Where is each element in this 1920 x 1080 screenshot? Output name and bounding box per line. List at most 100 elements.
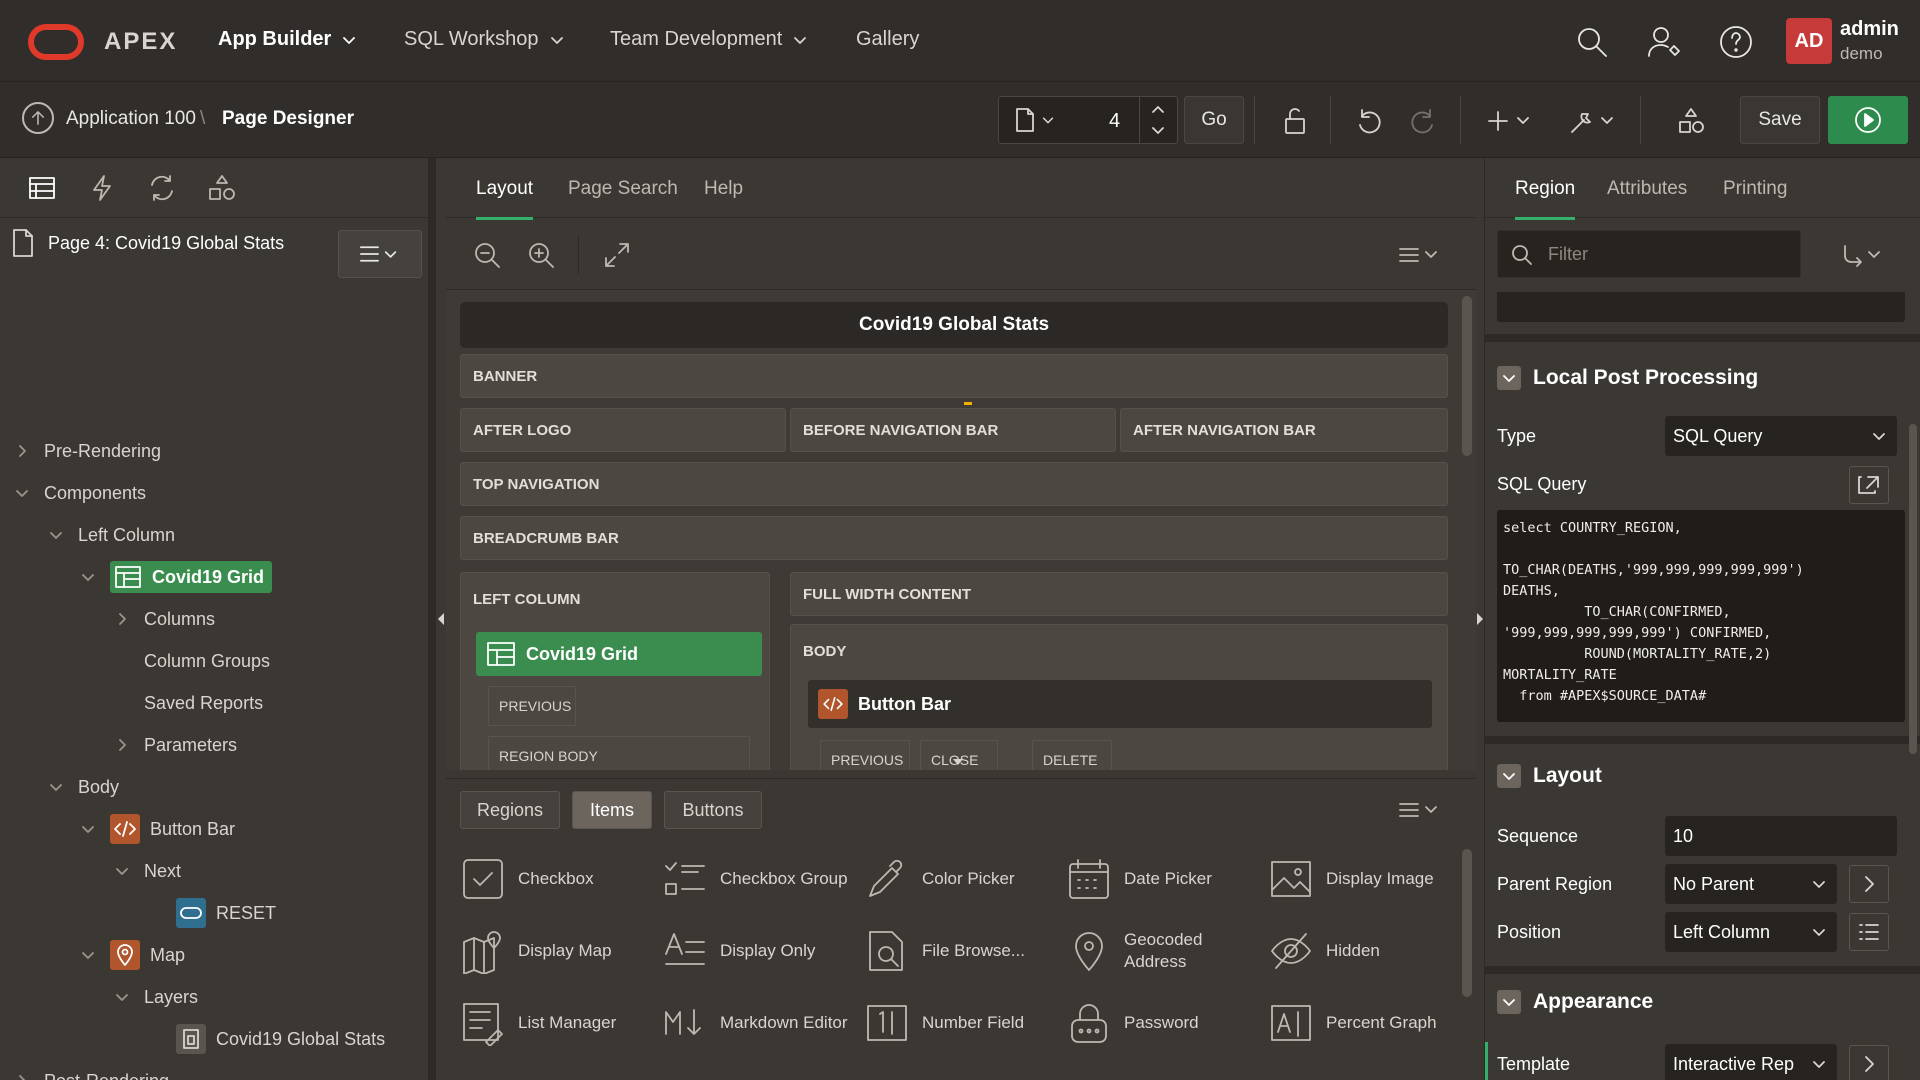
gallery-item-display-map[interactable]: Display Map	[460, 921, 660, 981]
save-button[interactable]: Save	[1740, 96, 1820, 144]
tree-item-column-groups[interactable]: Column Groups	[114, 642, 270, 680]
processing-tab-icon[interactable]	[146, 172, 178, 204]
gallery-tab-regions[interactable]: Regions	[460, 791, 560, 829]
tab-layout[interactable]: Layout	[476, 178, 534, 220]
gallery-item-markdown-editor[interactable]: Markdown Editor	[662, 993, 862, 1053]
tree-item-saved-reports[interactable]: Saved Reports	[114, 684, 263, 722]
increment-icon[interactable]	[1151, 103, 1165, 115]
chevron-down-icon[interactable]	[114, 989, 130, 1005]
slot-after-navigation-bar[interactable]: AFTER NAVIGATION BAR	[1120, 408, 1448, 452]
tree-page-root[interactable]: Page 4: Covid19 Global Stats	[10, 228, 284, 258]
gallery-scrollbar[interactable]	[1462, 849, 1472, 997]
sequence-input[interactable]: 10	[1665, 816, 1897, 856]
chevron-down-icon[interactable]	[80, 947, 96, 963]
open-code-editor-button[interactable]	[1849, 466, 1889, 504]
section-local-post-processing[interactable]: Local Post Processing	[1497, 366, 1758, 390]
gallery-item-checkbox-group[interactable]: Checkbox Group	[662, 849, 862, 909]
nav-team-development[interactable]: Team Development	[610, 28, 808, 51]
create-menu-icon[interactable]	[1488, 106, 1534, 136]
slot-before-navigation-bar[interactable]: BEFORE NAVIGATION BAR	[790, 408, 1116, 452]
gallery-item-date-picker[interactable]: Date Picker	[1066, 849, 1266, 909]
collapse-checkbox[interactable]	[1497, 366, 1521, 390]
tree-item-parameters[interactable]: Parameters	[114, 726, 237, 764]
tree-item-covid19-grid[interactable]: Covid19 Grid	[80, 558, 273, 596]
run-page-button[interactable]	[1828, 96, 1908, 144]
collapse-left-icon[interactable]	[437, 612, 445, 626]
type-select[interactable]: SQL Query	[1665, 416, 1897, 456]
arrow-up-icon[interactable]	[22, 102, 54, 134]
gallery-item-color-picker[interactable]: Color Picker	[864, 849, 1064, 909]
search-icon[interactable]	[1574, 24, 1610, 60]
property-scrollbar[interactable]	[1909, 424, 1917, 754]
chevron-down-icon[interactable]	[14, 485, 30, 501]
gallery-item-geocoded-address[interactable]: Geocoded Address	[1066, 921, 1266, 981]
gallery-item-checkbox[interactable]: Checkbox	[460, 849, 660, 909]
nav-gallery[interactable]: Gallery	[856, 28, 919, 51]
collapse-right-icon[interactable]	[1476, 612, 1484, 626]
decrement-icon[interactable]	[1151, 125, 1165, 137]
template-select[interactable]: Interactive Rep	[1665, 1044, 1837, 1080]
shared-components-tab-icon[interactable]	[206, 172, 238, 204]
gallery-item-percent-graph[interactable]: Percent Graph	[1268, 993, 1468, 1053]
gallery-tab-items[interactable]: Items	[572, 791, 652, 829]
tree-item-body[interactable]: Body	[48, 768, 119, 806]
tab-printing[interactable]: Printing	[1723, 178, 1787, 200]
canvas-scrollbar[interactable]	[1462, 296, 1472, 456]
help-icon[interactable]	[1718, 24, 1754, 60]
tree-item-map[interactable]: Map	[80, 936, 185, 974]
tree-item-button-bar[interactable]: Button Bar	[80, 810, 235, 848]
tree-item-reset[interactable]: RESET	[176, 894, 276, 932]
tree-item-map-layer[interactable]: Covid19 Global Stats	[176, 1020, 385, 1058]
tree-item-left-column[interactable]: Left Column	[48, 516, 175, 554]
chevron-right-icon[interactable]	[14, 1073, 30, 1080]
position-select[interactable]: Left Column	[1665, 912, 1837, 952]
section-appearance[interactable]: Appearance	[1497, 990, 1653, 1014]
parent-region-select[interactable]: No Parent	[1665, 864, 1837, 904]
dynamic-actions-tab-icon[interactable]	[86, 172, 118, 204]
sql-query-editor[interactable]: select COUNTRY_REGION, TO_CHAR(DEATHS,'9…	[1497, 510, 1905, 722]
tree-item-components[interactable]: Components	[14, 474, 146, 512]
tree-item-post-rendering[interactable]: Post-Rendering	[14, 1062, 169, 1080]
tab-region[interactable]: Region	[1515, 178, 1576, 220]
tab-attributes[interactable]: Attributes	[1607, 178, 1687, 200]
tree-menu-button[interactable]	[338, 230, 422, 278]
property-filter-input[interactable]: Filter	[1497, 230, 1801, 278]
nav-app-builder[interactable]: App Builder	[218, 28, 357, 51]
gallery-menu-icon[interactable]	[1396, 797, 1442, 823]
chevron-down-icon[interactable]	[48, 527, 64, 543]
rendering-tab-icon[interactable]	[26, 172, 58, 204]
page-selector[interactable]: 4	[998, 96, 1178, 144]
slot-bb-previous[interactable]: PREVIOUS	[820, 740, 910, 770]
breadcrumb-application[interactable]: Application 100	[66, 108, 196, 130]
parent-region-go-button[interactable]	[1849, 865, 1889, 903]
gallery-item-password[interactable]: Password	[1066, 993, 1266, 1053]
zoom-in-icon[interactable]	[526, 240, 556, 270]
previous-textarea[interactable]	[1497, 292, 1905, 322]
collapse-checkbox[interactable]	[1497, 990, 1521, 1014]
slot-top-navigation[interactable]: TOP NAVIGATION	[460, 462, 1448, 506]
page-number-input[interactable]: 4	[1109, 110, 1120, 133]
undo-icon[interactable]	[1354, 106, 1384, 136]
slot-breadcrumb-bar[interactable]: BREADCRUMB BAR	[460, 516, 1448, 560]
tab-help[interactable]: Help	[704, 178, 743, 200]
chevron-down-icon[interactable]	[80, 569, 96, 585]
avatar[interactable]: AD	[1786, 18, 1832, 64]
section-layout[interactable]: Layout	[1497, 764, 1602, 788]
tree-item-next[interactable]: Next	[114, 852, 181, 890]
chevron-down-icon[interactable]	[80, 821, 96, 837]
apex-brand[interactable]: APEX	[104, 28, 177, 56]
gallery-tab-buttons[interactable]: Buttons	[664, 791, 762, 829]
canvas-covid19-grid[interactable]: Covid19 Grid	[476, 632, 762, 676]
go-to-group-icon[interactable]	[1841, 242, 1887, 268]
gallery-item-number-field[interactable]: Number Field	[864, 993, 1064, 1053]
slot-banner[interactable]: BANNER	[460, 354, 1448, 398]
user-settings-icon[interactable]	[1646, 24, 1682, 60]
canvas-button-bar[interactable]: Button Bar	[808, 680, 1432, 728]
gallery-item-file-browse[interactable]: File Browse...	[864, 921, 1064, 981]
tab-page-search[interactable]: Page Search	[568, 178, 678, 200]
collapse-checkbox[interactable]	[1497, 764, 1521, 788]
nav-sql-workshop[interactable]: SQL Workshop	[404, 28, 565, 51]
position-list-button[interactable]	[1849, 913, 1889, 951]
gallery-item-hidden[interactable]: Hidden	[1268, 921, 1468, 981]
slot-bb-delete[interactable]: DELETE	[1032, 740, 1112, 770]
